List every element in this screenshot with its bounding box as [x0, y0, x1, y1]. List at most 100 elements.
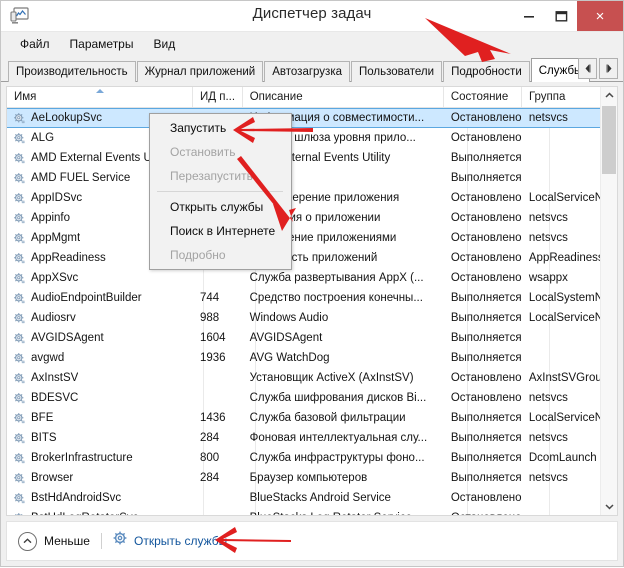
scrollbar-thumb[interactable]: [602, 106, 616, 174]
table-row[interactable]: Audiosrv 988 Windows Audio Выполняется Local…: [7, 308, 617, 328]
cell-status: Выполняется: [450, 432, 522, 444]
service-icon: [14, 232, 25, 243]
table-row[interactable]: AppIDSvc Удостоверение приложения Остановл…: [7, 188, 617, 208]
service-icon: [14, 432, 25, 443]
table-row[interactable]: BITS 284 Фоновая интеллектуальная слу... Вы…: [7, 428, 617, 448]
column-header-name[interactable]: Имя: [7, 87, 194, 107]
table-row[interactable]: avgwd 1936 AVG WatchDog Выполняется: [7, 348, 617, 368]
fewer-details-button[interactable]: Меньше: [18, 531, 90, 551]
tab-performance[interactable]: Производительность: [8, 61, 136, 82]
minimize-button[interactable]: [513, 1, 545, 31]
service-name-label: BrokerInfrastructure: [31, 452, 133, 464]
tab-app-history[interactable]: Журнал приложений: [136, 61, 264, 82]
cell-status: Выполняется: [450, 452, 522, 464]
column-header-status[interactable]: Состояние: [444, 87, 522, 107]
service-icon: [14, 492, 25, 503]
close-button[interactable]: ×: [577, 1, 623, 31]
cell-service-name: Browser: [7, 472, 193, 485]
tab-details[interactable]: Подробности: [443, 61, 530, 82]
tab-scroll-right-button[interactable]: [599, 58, 618, 79]
service-name-label: Browser: [31, 472, 74, 484]
cell-service-name: BrokerInfrastructure: [7, 452, 193, 465]
table-row[interactable]: AudioEndpointBuilder 744 Средство построен…: [7, 288, 617, 308]
service-icon: [14, 192, 25, 203]
cell-pid: 800: [200, 452, 220, 464]
table-row[interactable]: BstHdLogRotatorSvc BlueStacks Log Rotator…: [7, 508, 617, 515]
table-row[interactable]: BstHdAndroidSvc BlueStacks Android Servic…: [7, 488, 617, 508]
cell-pid: 284: [200, 432, 220, 444]
cell-description: Служба развертывания AppX (...: [249, 272, 424, 284]
service-name-label: BstHdLogRotatorSvc: [31, 512, 138, 515]
table-row[interactable]: AVGIDSAgent 1604 AVGIDSAgent Выполняется: [7, 328, 617, 348]
table-row[interactable]: Appinfo Сведения о приложении Остановлено n…: [7, 208, 617, 228]
service-icon: [14, 392, 25, 403]
cell-status: Остановлено: [450, 492, 522, 504]
table-row[interactable]: AxInstSV Установщик ActiveX (AxInstSV) Ост…: [7, 368, 617, 388]
scroll-down-button[interactable]: [601, 498, 617, 515]
service-name-label: Audiosrv: [31, 312, 76, 324]
service-icon: [14, 252, 25, 263]
cell-status: Остановлено: [450, 272, 522, 284]
service-name-label: AppReadiness: [31, 252, 106, 264]
menu-view[interactable]: Вид: [144, 34, 184, 54]
open-services-label: Открыть службы: [133, 534, 228, 548]
vertical-scrollbar[interactable]: [600, 87, 617, 515]
service-icon: [14, 112, 25, 123]
context-menu-item[interactable]: Поиск в Интернете: [150, 219, 291, 243]
table-row[interactable]: AppMgmt Управление приложениями Остановлен…: [7, 228, 617, 248]
service-name-label: ALG: [31, 132, 55, 144]
table-row[interactable]: AppXSvc Служба развертывания AppX (... Ост…: [7, 268, 617, 288]
tab-scroll-left-button[interactable]: [578, 58, 597, 79]
cell-status: Выполняется: [450, 352, 522, 364]
cell-status: Остановлено: [450, 232, 522, 244]
service-icon: [14, 312, 25, 323]
cell-description: AVGIDSAgent: [249, 332, 323, 344]
context-menu-item[interactable]: Открыть службы: [150, 195, 291, 219]
column-header-description[interactable]: Описание: [243, 87, 444, 107]
service-icon: [14, 212, 25, 223]
context-menu-separator: [157, 191, 283, 192]
service-icon: [14, 352, 25, 363]
taskmanager-icon: [10, 7, 29, 25]
table-row[interactable]: ALG Служба шлюза уровня прило... Остановле…: [7, 128, 617, 148]
maximize-button[interactable]: [545, 1, 577, 31]
table-row[interactable]: AMD External Events U AMD External Events…: [7, 148, 617, 168]
cell-description: Windows Audio: [249, 312, 329, 324]
context-menu-item[interactable]: Запустить: [150, 116, 291, 140]
cell-service-name: BstHdLogRotatorSvc: [7, 512, 193, 515]
scroll-up-button[interactable]: [601, 87, 617, 104]
service-name-label: AMD FUEL Service: [31, 172, 131, 184]
service-name-label: AppIDSvc: [31, 192, 83, 204]
cell-service-name: avgwd: [7, 352, 193, 365]
close-icon: ×: [595, 7, 605, 25]
tab-startup[interactable]: Автозагрузка: [264, 61, 350, 82]
menu-options[interactable]: Параметры: [61, 34, 143, 54]
cell-service-name: AxInstSV: [7, 372, 193, 385]
context-menu-item: Остановить: [170, 145, 236, 159]
cell-pid: 284: [200, 472, 220, 484]
menu-file[interactable]: Файл: [11, 34, 59, 54]
service-name-label: BstHdAndroidSvc: [31, 492, 122, 504]
task-manager-window: Диспетчер задач × Файл Параметры Вид Про…: [0, 0, 624, 567]
table-row[interactable]: AppReadiness Готовность приложений Останов…: [7, 248, 617, 268]
cell-status: Выполняется: [450, 312, 522, 324]
service-icon: [14, 332, 25, 343]
cell-status: Остановлено: [444, 512, 522, 515]
table-row[interactable]: AMD FUEL Service Выполняется: [7, 168, 617, 188]
cell-status: Выполняется: [450, 332, 522, 344]
table-row[interactable]: BDESVC Служба шифрования дисков Bi... Оста…: [7, 388, 617, 408]
service-name-label: BFE: [31, 412, 54, 424]
cell-service-name: BstHdAndroidSvc: [7, 492, 193, 505]
cell-service-name: AVGIDSAgent: [7, 332, 193, 345]
column-header-pid[interactable]: ИД п...: [193, 87, 243, 107]
table-row[interactable]: AeLookupSvc Информация о совместимости...…: [7, 108, 617, 128]
service-icon: [14, 372, 25, 383]
table-row[interactable]: BrokerInfrastructure 800 Служба инфраструк…: [7, 448, 617, 468]
sort-ascending-icon: [95, 89, 104, 93]
open-services-link[interactable]: Открыть службы: [113, 531, 227, 551]
service-name-label: AxInstSV: [31, 372, 79, 384]
table-row[interactable]: Browser 284 Браузер компьютеров Выполняется…: [7, 468, 617, 488]
tab-users[interactable]: Пользователи: [351, 61, 443, 82]
table-row[interactable]: BFE 1436 Служба базовой фильтрации Выполняе…: [7, 408, 617, 428]
service-name-label: Appinfo: [31, 212, 71, 224]
